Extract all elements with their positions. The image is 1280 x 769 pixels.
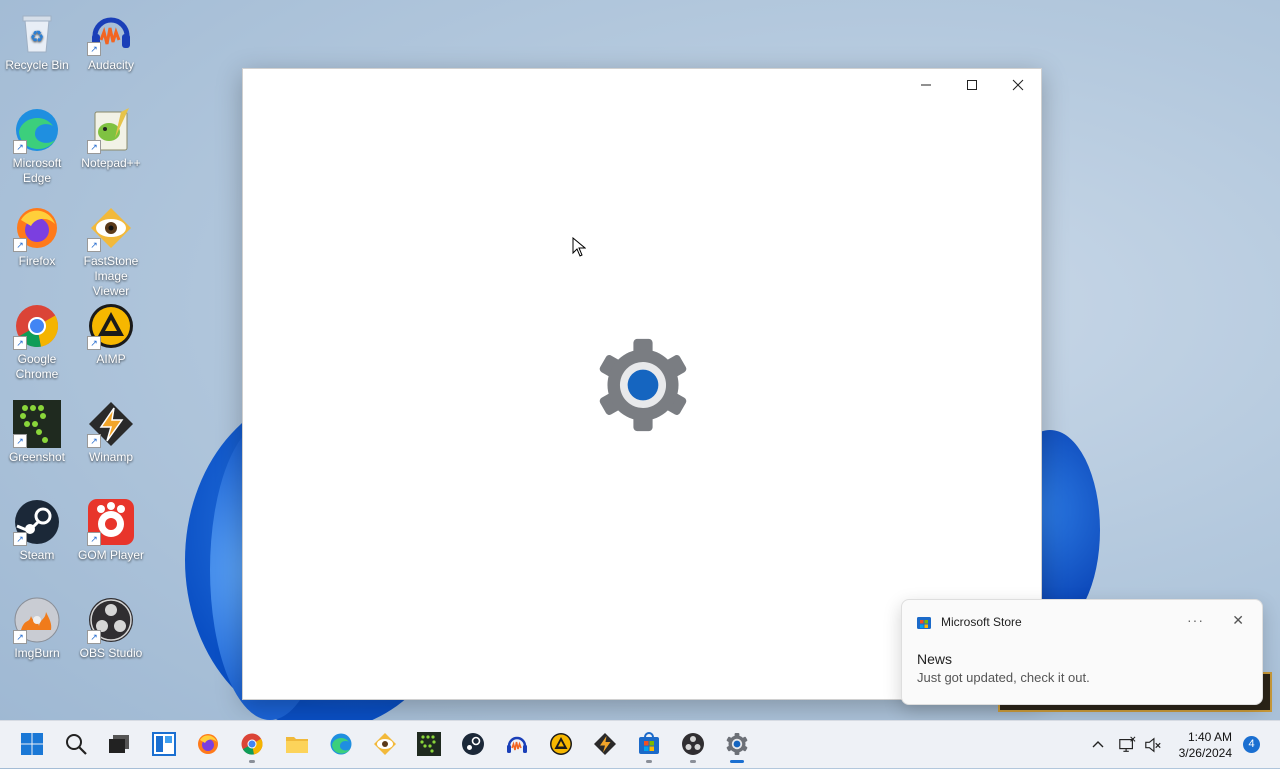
maximize-button[interactable] bbox=[949, 69, 995, 101]
edge-icon bbox=[330, 733, 352, 755]
clock-time: 1:40 AM bbox=[1187, 730, 1232, 744]
desktop-icon-aimp[interactable]: ↗ AIMP bbox=[75, 302, 147, 367]
settings-gear-icon bbox=[599, 338, 687, 432]
taskbar-faststone[interactable] bbox=[372, 731, 398, 757]
steam-icon bbox=[462, 733, 484, 755]
system-tray bbox=[1090, 721, 1162, 769]
desktop-icon-label: Microsoft Edge bbox=[12, 156, 62, 185]
svg-text:♻: ♻ bbox=[30, 29, 44, 46]
taskbar-audacity[interactable] bbox=[504, 731, 530, 757]
desktop-icon-obs-studio[interactable]: ↗ OBS Studio bbox=[75, 596, 147, 661]
chevron-up-icon[interactable] bbox=[1090, 737, 1106, 753]
taskbar-aimp[interactable] bbox=[548, 731, 574, 757]
toast-close-button[interactable]: ✕ bbox=[1232, 612, 1244, 629]
running-indicator bbox=[249, 760, 255, 763]
taskbar-task-view-button[interactable] bbox=[106, 731, 132, 757]
faststone-icon bbox=[374, 733, 396, 755]
toast-body: Just got updated, check it out. bbox=[917, 670, 1090, 685]
desktop-icon-recycle-bin[interactable]: ♻ Recycle Bin bbox=[1, 8, 73, 73]
taskbar: 1:40 AM 3/26/2024 4 bbox=[0, 720, 1280, 768]
file-explorer-icon bbox=[286, 737, 308, 753]
notification-toast[interactable]: Microsoft Store ··· ✕ News Just got upda… bbox=[901, 599, 1263, 705]
desktop-icon-label: Greenshot bbox=[8, 450, 66, 464]
taskbar-steam[interactable] bbox=[460, 731, 486, 757]
desktop-icon-label: AIMP bbox=[96, 352, 126, 366]
desktop-icon-notepad-plus-plus[interactable]: ↗ Notepad++ bbox=[75, 106, 147, 171]
desktop-icon-winamp[interactable]: ↗ Winamp bbox=[75, 400, 147, 465]
winamp-icon bbox=[594, 733, 616, 755]
microsoft-store-icon bbox=[917, 617, 931, 629]
close-button[interactable] bbox=[995, 69, 1041, 101]
toast-more-button[interactable]: ··· bbox=[1187, 612, 1204, 628]
running-indicator bbox=[646, 760, 652, 763]
aimp-icon bbox=[550, 733, 572, 755]
desktop-icon-gom-player[interactable]: ↗ GOM Player bbox=[75, 498, 147, 563]
taskbar-clock[interactable]: 1:40 AM 3/26/2024 bbox=[1179, 729, 1232, 761]
toast-app-name: Microsoft Store bbox=[941, 615, 1022, 629]
desktop-icon-chrome[interactable]: ↗ Google Chrome bbox=[1, 302, 73, 382]
notification-count-badge[interactable]: 4 bbox=[1243, 736, 1260, 753]
taskbar-firefox[interactable] bbox=[195, 731, 221, 757]
desktop-icon-audacity[interactable]: ↗ Audacity bbox=[75, 8, 147, 73]
desktop-icon-label: Firefox bbox=[18, 254, 56, 268]
taskbar-search-button[interactable] bbox=[63, 731, 89, 757]
desktop-icon-label: Notepad++ bbox=[81, 156, 141, 170]
desktop-icon-label: OBS Studio bbox=[79, 646, 143, 660]
desktop-icon-edge[interactable]: ↗ Microsoft Edge bbox=[1, 106, 73, 186]
settings-gear-splash bbox=[593, 337, 693, 433]
microsoft-store-icon bbox=[639, 732, 659, 754]
desktop-icon-label: Recycle Bin bbox=[5, 58, 69, 72]
desktop-icon-label: GOM Player bbox=[77, 548, 144, 562]
clock-date: 3/26/2024 bbox=[1178, 746, 1232, 760]
taskbar-microsoft-store[interactable] bbox=[636, 731, 662, 763]
taskbar-chrome[interactable] bbox=[239, 731, 265, 763]
maximize-icon bbox=[967, 80, 977, 90]
widgets-icon bbox=[152, 732, 176, 756]
desktop-icon-label: Winamp bbox=[88, 450, 133, 464]
settings-icon bbox=[726, 733, 748, 755]
taskbar-greenshot[interactable] bbox=[416, 731, 442, 757]
desktop-icon-label: ImgBurn bbox=[14, 646, 60, 660]
taskbar-edge[interactable] bbox=[328, 731, 354, 757]
desktop-icon-label: Audacity bbox=[87, 58, 135, 72]
taskbar-winamp[interactable] bbox=[592, 731, 618, 757]
network-icon[interactable] bbox=[1118, 736, 1136, 754]
desktop-icon-firefox[interactable]: ↗ Firefox bbox=[1, 204, 73, 269]
chrome-icon bbox=[241, 733, 263, 755]
mouse-cursor-icon bbox=[572, 237, 586, 257]
recycle-bin-icon: ♻ bbox=[22, 15, 52, 53]
audacity-icon bbox=[507, 736, 527, 753]
volume-muted-icon[interactable] bbox=[1144, 736, 1162, 754]
start-icon bbox=[21, 733, 43, 755]
taskbar-start-button[interactable] bbox=[19, 731, 45, 757]
firefox-icon bbox=[198, 734, 218, 754]
desktop-icon-label: Google Chrome bbox=[15, 352, 59, 381]
taskbar-file-explorer[interactable] bbox=[284, 731, 310, 757]
task-view-icon bbox=[109, 735, 129, 753]
desktop-icon-label: Steam bbox=[19, 548, 55, 562]
close-icon bbox=[1012, 79, 1024, 91]
running-indicator bbox=[690, 760, 696, 763]
taskbar-settings[interactable] bbox=[724, 731, 750, 763]
desktop-icon-imgburn[interactable]: ↗ ImgBurn bbox=[1, 596, 73, 661]
taskbar-obs-studio[interactable] bbox=[680, 731, 706, 763]
active-indicator bbox=[730, 760, 744, 763]
minimize-button[interactable] bbox=[903, 69, 949, 101]
search-icon bbox=[66, 734, 87, 755]
minimize-icon bbox=[921, 84, 931, 86]
toast-title: News bbox=[917, 651, 953, 667]
desktop-icon-label: FastStone Image Viewer bbox=[83, 254, 139, 298]
desktop-icon-greenshot[interactable]: ↗ Greenshot bbox=[1, 400, 73, 465]
obs-studio-icon bbox=[682, 733, 704, 755]
taskbar-widgets-button[interactable] bbox=[151, 731, 177, 757]
desktop-icon-faststone[interactable]: ↗ FastStone Image Viewer bbox=[75, 204, 147, 299]
toast-app-row: Microsoft Store bbox=[916, 614, 1022, 630]
greenshot-icon bbox=[417, 732, 441, 756]
desktop-icon-steam[interactable]: ↗ Steam bbox=[1, 498, 73, 563]
